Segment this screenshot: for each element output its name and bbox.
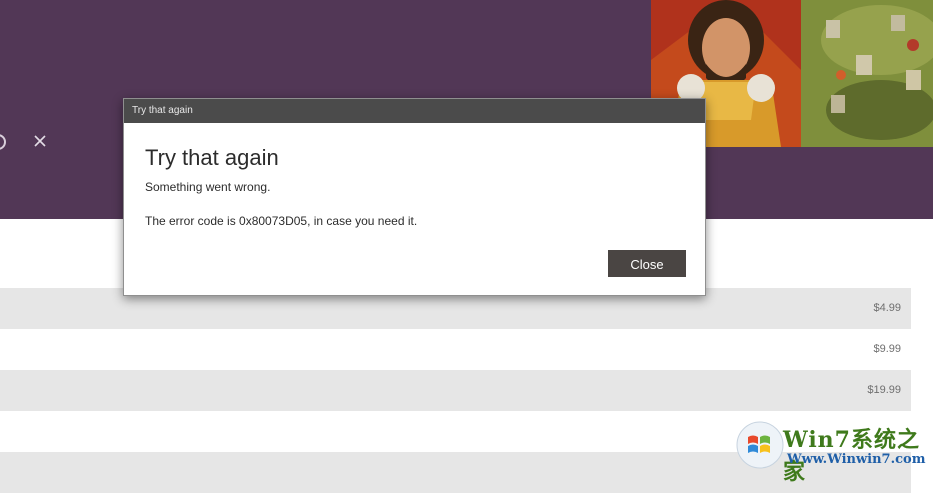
list-item[interactable]: $9.99 xyxy=(0,329,911,370)
watermark: Win7系统之家 Www.Winwin7.com xyxy=(735,420,933,485)
watermark-url: Www.Winwin7.com xyxy=(787,452,926,467)
error-dialog: Try that again Try that again Something … xyxy=(123,98,706,296)
windows-logo-icon xyxy=(736,421,784,469)
close-button[interactable]: Close xyxy=(608,250,686,277)
close-icon[interactable] xyxy=(32,133,48,149)
dialog-heading: Try that again xyxy=(145,145,279,170)
price: $4.99 xyxy=(873,302,901,314)
circle-icon[interactable] xyxy=(0,134,6,150)
dialog-titlebar[interactable]: Try that again xyxy=(124,99,705,123)
price: $19.99 xyxy=(867,384,901,396)
price: $9.99 xyxy=(873,343,901,355)
dialog-message: Something went wrong. xyxy=(145,180,271,194)
list-item[interactable]: $19.99 xyxy=(0,370,911,411)
error-code-text: The error code is 0x80073D05, in case yo… xyxy=(145,214,418,228)
